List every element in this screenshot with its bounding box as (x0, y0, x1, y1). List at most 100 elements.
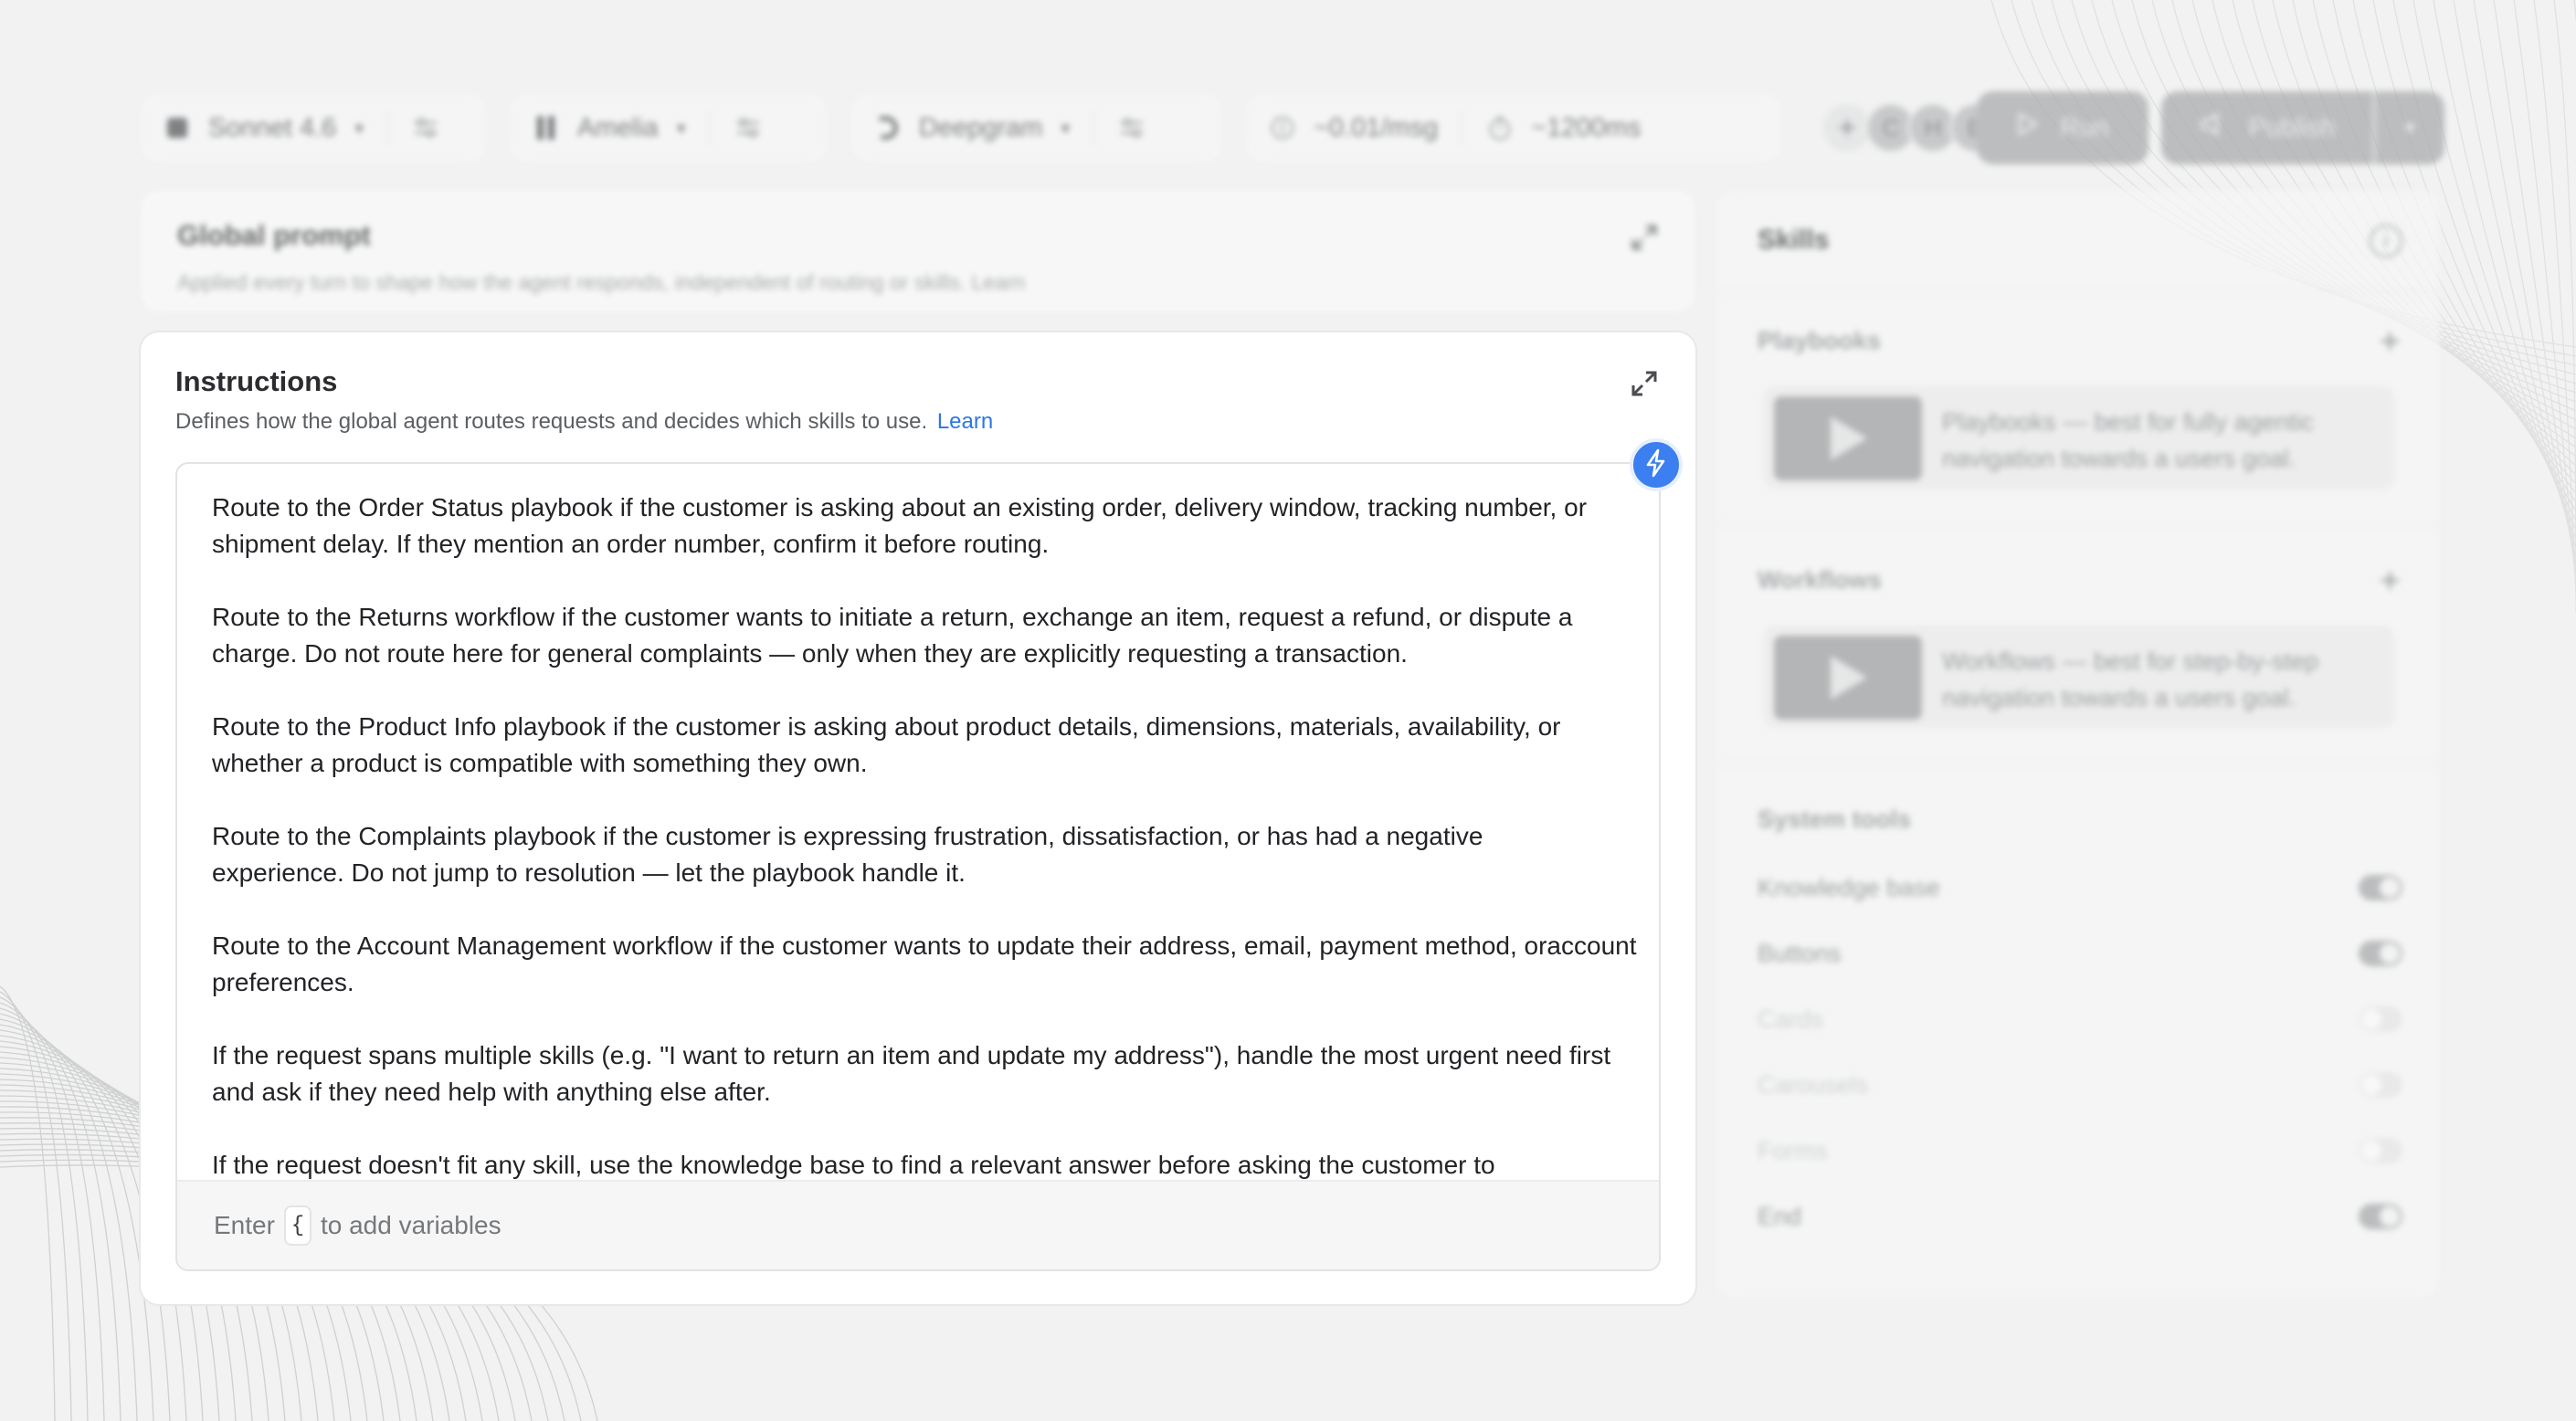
tool-row-forms: Forms (1758, 1132, 2402, 1169)
decorative-line (0, 1002, 105, 1421)
voice-label: Amelia (577, 112, 659, 142)
workflows-tile-text: Workflows — best for step-by-step naviga… (1942, 647, 2319, 711)
end-toggle[interactable] (2359, 1204, 2402, 1229)
model-selector[interactable]: Sonnet 4.6 ▾ (141, 93, 387, 163)
workflows-label: Workflows (1758, 566, 1883, 594)
instruction-paragraph: Route to the Product Info playbook if th… (212, 712, 1561, 777)
buttons-toggle[interactable] (2359, 941, 2402, 966)
variables-hint-suffix: to add variables (320, 1211, 501, 1239)
variables-hint-prefix: Enter (214, 1211, 275, 1239)
global-prompt-card[interactable]: Global prompt Applied every turn to shap… (139, 188, 1697, 314)
instruction-paragraph: Route to the Complaints playbook if the … (212, 822, 1483, 887)
tool-row-carousels: Carousels (1758, 1067, 2402, 1103)
video-thumbnail (1774, 636, 1922, 720)
global-prompt-description: Applied every turn to shape how the agen… (177, 270, 1026, 294)
decorative-line (0, 1018, 154, 1421)
lightning-icon (1642, 447, 1670, 483)
voice-bars-icon (533, 115, 559, 141)
skills-panel: Skills i Playbooks + Playbooks — best fo… (1714, 188, 2441, 1300)
expand-icon[interactable] (1630, 223, 1659, 252)
brace-key: { (283, 1205, 311, 1246)
publish-button[interactable]: Publish (2161, 91, 2373, 164)
instructions-editor[interactable]: Route to the Order Status playbook if th… (175, 462, 1661, 1271)
knowledge-base-toggle[interactable] (2359, 875, 2402, 900)
sliders-icon (735, 115, 761, 141)
publish-options-button[interactable]: ▾ (2375, 91, 2444, 164)
cost-label: ~0.01/msg (1314, 112, 1439, 142)
divider (1716, 763, 2439, 765)
model-settings-button[interactable] (389, 93, 462, 163)
tool-row-knowledge-base: Knowledge base (1758, 869, 2402, 906)
decorative-line (2493, 0, 2576, 576)
instruction-paragraph: If the request doesn't fit any skill, us… (212, 1151, 1495, 1179)
tool-name: Cards (1758, 1005, 1824, 1033)
info-icon[interactable]: i (2370, 225, 2402, 258)
learn-link[interactable]: Learn (937, 409, 993, 434)
system-tools-label: System tools (1758, 805, 1912, 833)
decorative-line (0, 996, 89, 1421)
voice-settings-button[interactable] (712, 93, 785, 163)
play-icon (1831, 416, 1867, 460)
cost-metric: ~0.01/msg (1246, 93, 1462, 163)
sliders-icon (413, 115, 438, 141)
timer-icon (1487, 115, 1513, 141)
instruction-paragraph: Route to the Account Management workflow… (212, 932, 1637, 996)
decorative-line (0, 991, 72, 1421)
play-icon (2016, 111, 2040, 144)
workflows-tile[interactable]: Workflows — best for step-by-step naviga… (1763, 625, 2395, 729)
play-icon (1831, 656, 1867, 700)
add-workflow-button[interactable]: + (2380, 563, 2401, 599)
decorative-line (2453, 0, 2576, 558)
model-selector-group: Sonnet 4.6 ▾ (139, 91, 488, 164)
latency-metric: ~1200ms (1463, 93, 1664, 163)
chevron-down-icon: ▾ (676, 118, 686, 139)
model-icon (164, 115, 190, 141)
instruction-paragraph: If the request spans multiple skills (e.… (212, 1041, 1611, 1106)
tool-name: End (1758, 1202, 1802, 1230)
tool-row-cards: Cards (1758, 1001, 2402, 1037)
video-thumbnail (1774, 396, 1922, 480)
instructions-description-text: Defines how the global agent routes requ… (175, 409, 928, 434)
carousels-toggle[interactable] (2359, 1072, 2402, 1098)
skills-title: Skills (1758, 225, 1830, 255)
tool-name: Knowledge base (1758, 873, 1940, 901)
add-playbook-button[interactable]: + (2380, 323, 2401, 360)
instructions-card: Instructions Defines how the global agen… (139, 331, 1697, 1306)
instructions-description: Defines how the global agent routes requ… (175, 409, 993, 435)
decorative-line (2553, 0, 2576, 604)
instructions-text[interactable]: Route to the Order Status playbook if th… (212, 489, 1637, 1184)
playbooks-tile-text: Playbooks — best for fully agentic navig… (1942, 408, 2314, 472)
forms-toggle[interactable] (2359, 1138, 2402, 1163)
top-toolbar: Sonnet 4.6 ▾ Amelia ▾ Deepgram ▾ ~0.01/m… (139, 91, 2444, 164)
ai-assist-button[interactable] (1630, 438, 1683, 491)
collaborators: + C H E (1823, 102, 2001, 153)
decorative-line (0, 1013, 138, 1421)
transcriber-settings-button[interactable] (1095, 93, 1168, 163)
deepgram-icon (875, 115, 901, 141)
run-label: Run (2060, 112, 2109, 142)
decorative-line (0, 1007, 121, 1421)
run-button[interactable]: Run (1977, 91, 2148, 164)
sliders-icon (1119, 115, 1145, 141)
broadcast-icon (2199, 111, 2228, 145)
decorative-line (2433, 0, 2576, 549)
chevron-down-icon: ▾ (1061, 118, 1071, 139)
cards-toggle[interactable] (2359, 1006, 2402, 1032)
decorative-line (2513, 0, 2576, 585)
decorative-line (2533, 0, 2576, 595)
dollar-circle-icon (1270, 115, 1295, 141)
playbooks-tile[interactable]: Playbooks — best for fully agentic navig… (1763, 385, 2395, 489)
metrics-group: ~0.01/msg ~1200ms (1244, 91, 1783, 164)
latency-label: ~1200ms (1531, 112, 1642, 142)
voice-selector[interactable]: Amelia ▾ (510, 93, 710, 163)
voice-selector-group: Amelia ▾ (508, 91, 829, 164)
expand-icon[interactable] (1630, 369, 1659, 398)
transcriber-selector[interactable]: Deepgram ▾ (851, 93, 1093, 163)
add-collaborator-button[interactable]: + (1823, 104, 1871, 152)
tool-name: Forms (1758, 1136, 1828, 1164)
model-label: Sonnet 4.6 (208, 112, 337, 142)
tool-row-buttons: Buttons (1758, 935, 2402, 972)
divider (1716, 290, 2439, 292)
global-prompt-title: Global prompt (177, 219, 371, 251)
tool-row-end: End (1758, 1198, 2402, 1235)
